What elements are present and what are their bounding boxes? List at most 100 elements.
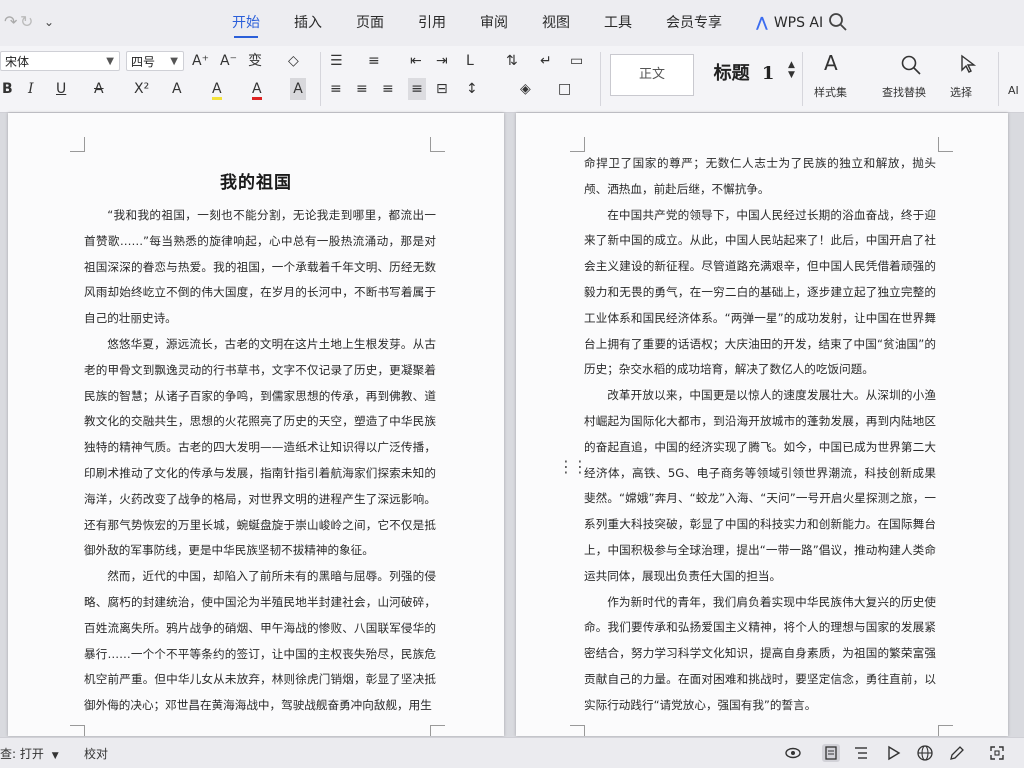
play-icon[interactable]	[884, 744, 902, 762]
align-left-icon[interactable]: ≡	[330, 78, 342, 100]
outline-view-icon[interactable]	[852, 744, 870, 762]
style-normal[interactable]: 正文	[610, 54, 694, 96]
search-icon[interactable]	[900, 54, 922, 76]
text-direction-icon[interactable]: Ⅼ	[466, 50, 474, 72]
highlight-button[interactable]: A	[212, 78, 222, 100]
ribbon-separator	[600, 52, 601, 106]
spell-check-status[interactable]: 查: 打开 ▼	[0, 745, 59, 762]
strikethrough-button[interactable]: A	[94, 78, 104, 100]
pen-icon[interactable]	[948, 744, 966, 762]
spell-check-label: 查: 打开	[0, 747, 44, 761]
wps-ai-logo-icon: ⋀	[756, 15, 768, 31]
crop-mark	[570, 137, 585, 152]
find-replace-label[interactable]: 查找替换	[882, 84, 926, 100]
fullscreen-icon[interactable]	[988, 744, 1006, 762]
crop-mark	[570, 725, 585, 736]
numbered-list-icon[interactable]: ≡	[368, 50, 380, 72]
table-border-icon[interactable]: ▭	[570, 50, 583, 72]
tab-view[interactable]: 视图	[542, 0, 570, 46]
search-icon[interactable]	[828, 12, 848, 32]
paragraph: 命捍卫了国家的尊严；无数仁人志士为了民族的独立和解放，抛头颅、洒热血，前赴后继，…	[584, 156, 936, 196]
italic-button[interactable]: I	[28, 78, 34, 100]
document-body-right: 命捍卫了国家的尊严；无数仁人志士为了民族的独立和解放，抛头颅、洒热血，前赴后继，…	[584, 151, 936, 719]
superscript-button[interactable]: X²	[134, 78, 149, 100]
drag-handle-icon[interactable]: ⋮⋮	[558, 459, 588, 475]
chevron-down-icon: ▼	[170, 56, 178, 67]
document-body-left: “我和我的祖国，一刻也不能分割，无论我走到哪里，都流出一首赞歌……”每当熟悉的旋…	[84, 203, 436, 719]
phonetic-icon[interactable]: 变	[248, 50, 262, 72]
align-justify-icon[interactable]: ≡	[408, 78, 426, 100]
ribbon-separator	[320, 52, 321, 106]
paragraph: 在中国共产党的领导下，中国人民经过长期的浴血奋战，终于迎来了新中国的成立。从此，…	[584, 207, 936, 377]
font-name-value: 宋体	[5, 55, 30, 69]
font-color-button[interactable]: A	[252, 78, 262, 100]
eye-icon[interactable]	[784, 744, 802, 762]
tab-home[interactable]: 开始	[232, 0, 260, 46]
tab-page[interactable]: 页面	[356, 0, 384, 46]
chevron-down-icon: ▼	[51, 751, 59, 761]
ribbon-separator	[802, 52, 803, 106]
increase-indent-icon[interactable]: ⇥	[436, 50, 448, 72]
crop-mark	[430, 137, 445, 152]
line-spacing-icon[interactable]: ↕	[466, 78, 478, 100]
tab-member[interactable]: 会员专享	[666, 0, 722, 46]
redo-icon[interactable]: ↷	[4, 12, 17, 31]
globe-icon[interactable]	[916, 744, 934, 762]
crop-mark	[70, 137, 85, 152]
status-bar: 查: 打开 ▼ 校对	[0, 737, 1024, 768]
font-grow-icon[interactable]: A⁺	[192, 50, 209, 72]
style-heading-label: 标题	[713, 63, 750, 84]
shading-icon[interactable]: ◈	[520, 78, 531, 100]
paragraph: 悠悠华夏，源远流长，古老的文明在这片土地上生根发芽。从古老的甲骨文到飘逸灵动的行…	[84, 336, 436, 558]
tab-wps-ai[interactable]: ⋀ WPS AI	[756, 0, 823, 46]
font-size-value: 四号	[131, 55, 156, 69]
style-set-label[interactable]: 样式集	[814, 84, 847, 100]
document-page-left[interactable]: 我的祖国 “我和我的祖国，一刻也不能分割，无论我走到哪里，都流出一首赞歌……”每…	[8, 113, 504, 736]
font-shrink-icon[interactable]: A⁻	[220, 50, 237, 72]
text-effect-button[interactable]: A	[172, 78, 182, 100]
tab-tools[interactable]: 工具	[604, 0, 632, 46]
ribbon-separator	[998, 52, 999, 106]
ai-label[interactable]: AI	[1008, 84, 1019, 97]
chevron-down-icon: ▼	[106, 56, 114, 67]
proofread-button[interactable]: 校对	[84, 745, 108, 762]
line-break-icon[interactable]: ↵	[540, 50, 552, 72]
paragraph: 作为新时代的青年，我们肩负着实现中华民族伟大复兴的历史使命。我们要传承和弘扬爱国…	[584, 594, 936, 712]
paragraph: 改革开放以来，中国更是以惊人的速度发展壮大。从深圳的小渔村崛起为国际化大都市，到…	[584, 388, 936, 583]
align-right-icon[interactable]: ≡	[382, 78, 394, 100]
font-name-select[interactable]: 宋体 ▼	[0, 51, 120, 71]
bullet-list-icon[interactable]: ☰	[330, 50, 343, 72]
font-size-select[interactable]: 四号 ▼	[126, 51, 184, 71]
distributed-align-icon[interactable]: ⊟	[436, 78, 448, 100]
ribbon-toolbar: 宋体 ▼ 四号 ▼ A⁺ A⁻ 变 ◇ B I U A X² A A A A ☰…	[0, 46, 1024, 113]
border-icon[interactable]: □	[558, 78, 571, 100]
bold-button[interactable]: B	[2, 78, 13, 100]
page-view-icon[interactable]	[822, 744, 840, 762]
style-heading-1[interactable]: 标题 1	[698, 54, 790, 96]
align-center-icon[interactable]: ≡	[356, 78, 368, 100]
paragraph: “我和我的祖国，一刻也不能分割，无论我走到哪里，都流出一首赞歌……”每当熟悉的旋…	[84, 208, 436, 326]
char-shade-button[interactable]: A	[290, 78, 306, 100]
document-page-right[interactable]: 命捍卫了国家的尊严；无数仁人志士为了民族的独立和解放，抛头颅、洒热血，前赴后继，…	[516, 113, 1008, 736]
clear-format-icon[interactable]: ◇	[288, 50, 299, 72]
tab-review[interactable]: 审阅	[480, 0, 508, 46]
chevron-down-icon[interactable]: ⌄	[44, 15, 54, 29]
crop-mark	[938, 725, 953, 736]
tab-references[interactable]: 引用	[418, 0, 446, 46]
cursor-icon[interactable]	[958, 54, 978, 74]
crop-mark	[70, 725, 85, 736]
style-heading-num: 1	[761, 63, 775, 84]
underline-button[interactable]: U	[56, 78, 66, 100]
menu-tabs: 开始 插入 页面 引用 审阅 视图 工具 会员专享 ⋀ WPS AI	[232, 0, 857, 46]
document-title: 我的祖国	[220, 173, 292, 193]
paragraph: 然而，近代的中国，却陷入了前所未有的黑暗与屈辱。列强的侵略、腐朽的封建统治，使中…	[84, 569, 436, 713]
tab-wps-ai-label: WPS AI	[773, 15, 824, 31]
select-label[interactable]: 选择	[950, 84, 972, 100]
decrease-indent-icon[interactable]: ⇤	[410, 50, 422, 72]
sort-icon[interactable]: ⇅	[506, 50, 518, 72]
style-set-icon[interactable]: A	[824, 52, 838, 74]
style-scroll-icon[interactable]: ▲ ▼	[788, 60, 795, 82]
tab-insert[interactable]: 插入	[294, 0, 322, 46]
redo-gray-icon[interactable]: ↻	[20, 12, 33, 31]
crop-mark	[430, 725, 445, 736]
